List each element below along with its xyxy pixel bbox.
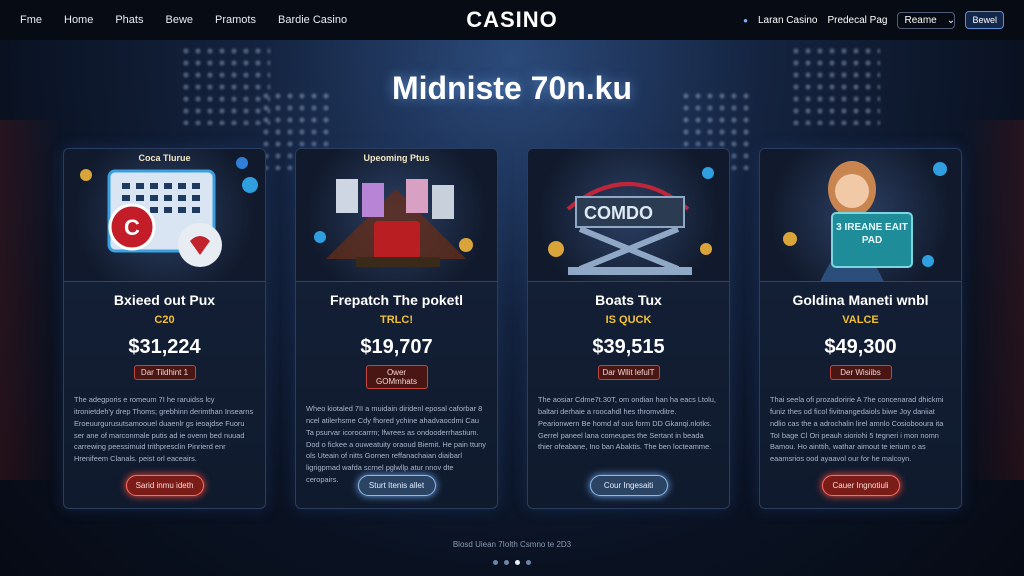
card-action-button[interactable]: Sturt Itenis allet <box>357 475 436 496</box>
art-label: Upeoming Ptus <box>363 153 430 163</box>
card-description: The adegporis e romeum 7I he raruidss lc… <box>74 395 254 464</box>
card-amount: $49,300 <box>824 336 897 358</box>
brand-logo[interactable]: CASINO <box>466 7 558 33</box>
card-amount: $39,515 <box>592 336 665 358</box>
art-label: COMDO <box>584 203 653 223</box>
card-action-button[interactable]: Sarid inmu ideth <box>125 475 204 496</box>
card-amount: $31,224 <box>128 336 201 358</box>
card-description: Wheo kiotaled 7II a muidain diridenl epo… <box>306 404 486 485</box>
top-navigation-bar: Fme Home Phats Bewe Pramots Bardie Casin… <box>0 0 1024 40</box>
pagination-dot-active[interactable] <box>515 560 520 565</box>
right-nav: ● Laran Casino Predecal Pag Reame ⌄ Bewe… <box>743 11 1004 29</box>
card-title: Goldina Maneti wnbl <box>792 292 929 308</box>
hero-title: Midniste 70n.ku <box>391 70 633 106</box>
slot-machine-illustration <box>314 179 473 267</box>
card-description: The aosiar Cdme7t.30T, om ondian han ha … <box>538 395 716 452</box>
art-label: Coca Tlurue <box>138 153 191 163</box>
arcade-machine-illustration: COMDO <box>548 167 714 275</box>
card-tag: VALCE <box>842 314 879 326</box>
promo-card: COMDO Boats Tux IS QUCK $39,515 Dar Wlli… <box>527 148 730 509</box>
select-value: Reame <box>904 14 937 26</box>
nav-item-phats[interactable]: Phats <box>115 14 143 26</box>
link-laran-casino[interactable]: Laran Casino <box>758 15 817 26</box>
card-badge: Der Wisiibs <box>829 365 892 380</box>
card-tag: IS QUCK <box>605 314 652 326</box>
svg-text:C: C <box>124 215 140 240</box>
slot-board-illustration: C <box>80 157 258 267</box>
card-art-slot-machine: Upeoming Ptus <box>296 149 497 282</box>
link-predecal-pag[interactable]: Predecal Pag <box>827 15 887 26</box>
card-title: Bxieed out Pux <box>113 292 216 308</box>
carousel-pagination <box>0 560 1024 565</box>
card-badge: Dar Wllit lefulT <box>597 365 660 380</box>
art-label: 3 IREANE EAIT PAD <box>836 222 908 246</box>
region-select[interactable]: Reame ⌄ <box>897 11 956 29</box>
card-tag: TRLC! <box>380 314 413 326</box>
pagination-dot[interactable] <box>526 560 531 565</box>
card-title: Boats Tux <box>595 292 662 308</box>
host-illustration <box>783 161 947 282</box>
promo-cards: Coca Tlurue C Bxieed out Pux C20 $31,224… <box>63 148 962 509</box>
card-badge: Ower GOMmhats <box>365 365 428 389</box>
card-action-button[interactable]: Cauer Ingnotiuli <box>821 475 900 496</box>
nav-item-bewe[interactable]: Bewe <box>165 14 193 26</box>
main-nav: Fme Home Phats Bewe Pramots Bardie Casin… <box>20 14 347 26</box>
promo-card: 3 IREANE EAIT PAD Goldina Maneti wnbl VA… <box>759 148 962 509</box>
card-badge: Dar Tildhint 1 <box>133 365 196 380</box>
bewel-button[interactable]: Bewel <box>965 11 1004 29</box>
nav-item-pramots[interactable]: Pramots <box>215 14 256 26</box>
pagination-dot[interactable] <box>493 560 498 565</box>
card-action-button[interactable]: Cour Ingesaiti <box>589 475 668 496</box>
card-art-arcade: COMDO <box>528 149 729 282</box>
card-amount: $19,707 <box>360 336 433 358</box>
nav-item-bardie-casino[interactable]: Bardie Casino <box>278 14 347 26</box>
promo-card: Coca Tlurue C Bxieed out Pux C20 $31,224… <box>63 148 266 509</box>
footer-text: Blosd Uiean 7Iolth Csmno te 2D3 <box>452 540 572 549</box>
nav-item-home[interactable]: Home <box>64 14 93 26</box>
background-glow <box>0 120 60 480</box>
card-art-host: 3 IREANE EAIT PAD <box>760 149 961 282</box>
card-description: Thai seela ofi prozadoririe A 7he concen… <box>770 395 944 464</box>
pagination-dot[interactable] <box>504 560 509 565</box>
chevron-down-icon: ⌄ <box>946 14 956 26</box>
background-glow <box>964 120 1024 480</box>
nav-item-fme[interactable]: Fme <box>20 14 42 26</box>
card-title: Frepatch The poketl <box>329 292 464 308</box>
indicator-icon: ● <box>743 15 748 25</box>
card-art-slot-board: Coca Tlurue C <box>64 149 265 282</box>
promo-card: Upeoming Ptus Frepatch The poketl TRLC! … <box>295 148 498 509</box>
card-tag: C20 <box>154 314 175 326</box>
